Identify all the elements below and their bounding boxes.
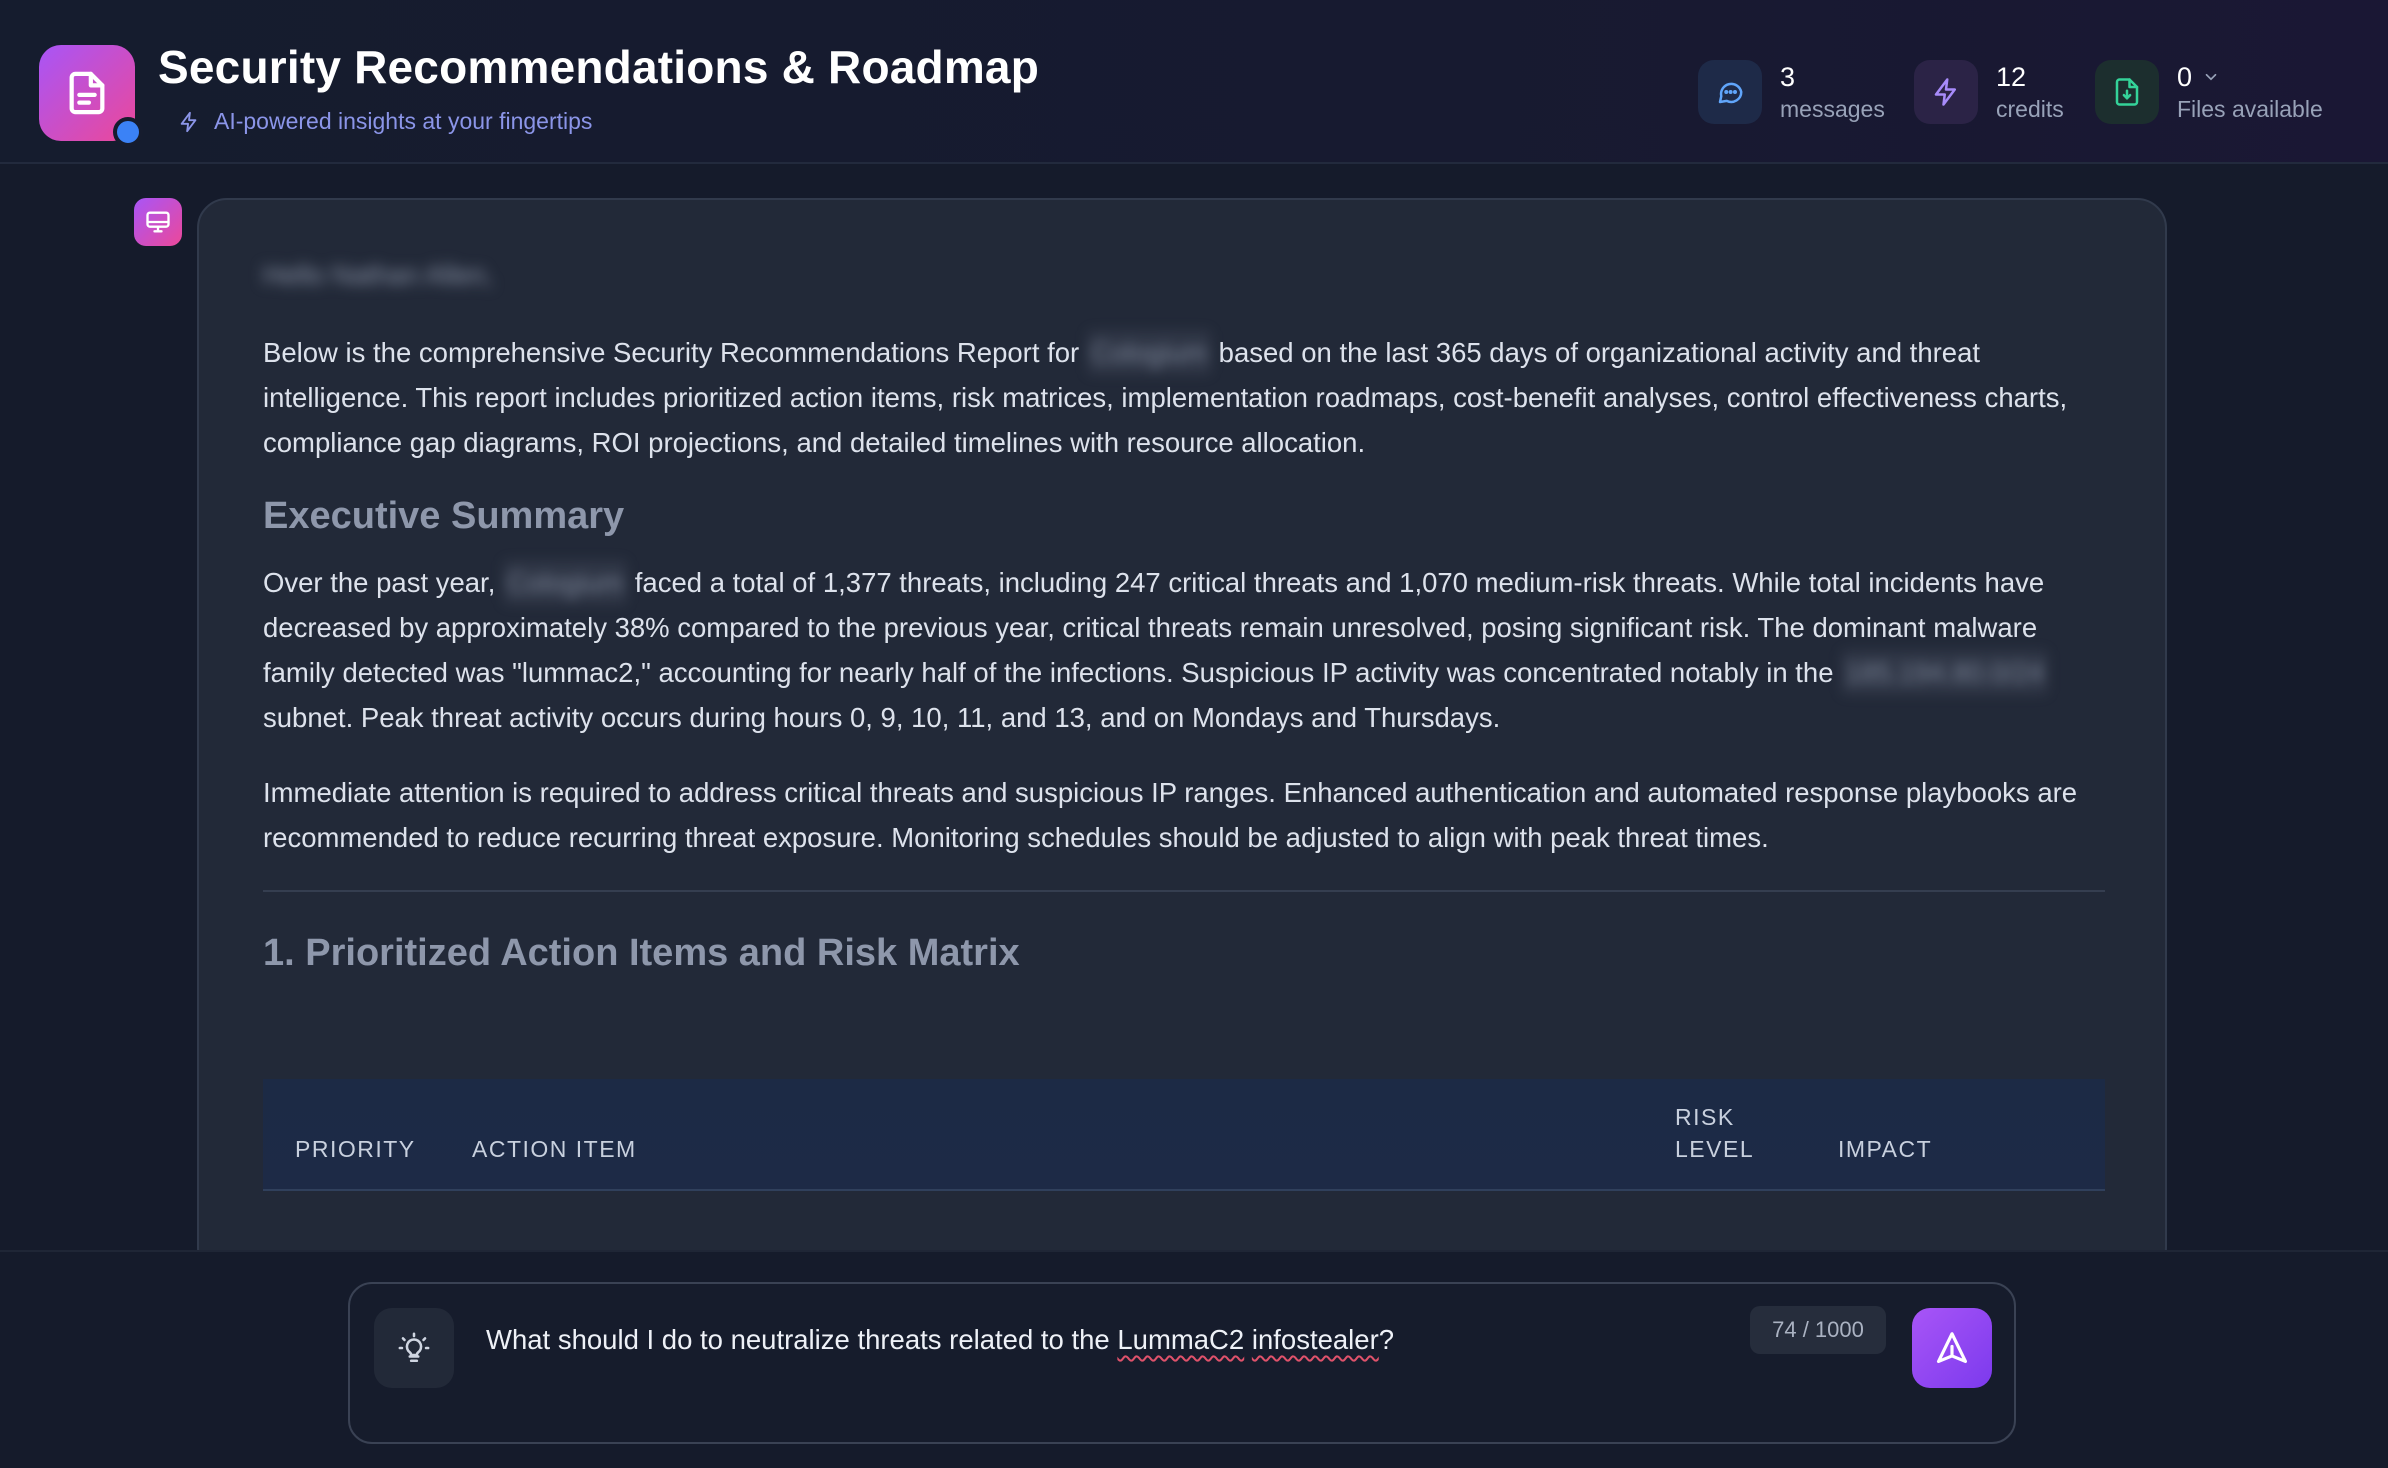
app-logo: [39, 45, 143, 147]
credits-count: 12: [1996, 62, 2027, 92]
section-divider: [263, 890, 2105, 892]
chat-input-box[interactable]: What should I do to neutralize threats r…: [348, 1282, 2016, 1444]
risk-level-line-2: LEVEL: [1675, 1136, 1755, 1162]
files-count: 0: [2177, 62, 2193, 92]
page-title: Security Recommendations & Roadmap: [158, 41, 1040, 93]
credits-label: credits: [1996, 96, 2064, 122]
column-header-action-item[interactable]: ACTION ITEM: [472, 1133, 637, 1165]
exec-text-a: Over the past year,: [263, 567, 503, 598]
column-header-priority[interactable]: PRIORITY: [295, 1133, 416, 1165]
redacted-org-name: Cologium: [1086, 330, 1212, 375]
messages-count: 3: [1780, 62, 1796, 92]
files-label: Files available: [2177, 96, 2323, 122]
greeting: Hello Nathan Allen,: [263, 260, 493, 290]
redacted-org-name: Cologium: [502, 560, 628, 605]
page-subtitle: AI-powered insights at your fingertips: [178, 108, 592, 135]
send-button[interactable]: [1912, 1308, 1992, 1388]
input-space: [1244, 1324, 1252, 1355]
chat-bubble-icon: [1698, 60, 1762, 124]
column-header-risk-level[interactable]: RISK LEVEL: [1675, 1101, 1754, 1165]
credits-stat: 12 credits: [1914, 60, 2064, 124]
character-counter: 74 / 1000: [1750, 1306, 1886, 1354]
send-icon: [1936, 1332, 1968, 1364]
files-stat[interactable]: 0 Files available: [2095, 60, 2323, 124]
chevron-down-icon[interactable]: [2202, 68, 2220, 86]
assistant-avatar: [134, 198, 182, 246]
input-text-end: ?: [1378, 1324, 1395, 1355]
redacted-subnet: 185.194.80.0/24: [1841, 650, 2048, 695]
monitor-icon: [146, 211, 170, 233]
subtitle-text: AI-powered insights at your fingertips: [214, 108, 593, 134]
risk-level-line-1: RISK: [1675, 1104, 1735, 1130]
lightning-icon: [1914, 60, 1978, 124]
exec-text-c: subnet. Peak threat activity occurs duri…: [263, 702, 1501, 733]
executive-summary-paragraph: Over the past year, Cologium faced a tot…: [263, 560, 2105, 740]
document-icon: [69, 71, 105, 115]
files-count-row[interactable]: 0: [2177, 60, 2323, 94]
app-header: Security Recommendations & Roadmap AI-po…: [0, 0, 2388, 164]
assistant-message: Hello Nathan Allen, Below is the compreh…: [197, 198, 2167, 1278]
executive-summary-heading: Executive Summary: [263, 495, 625, 537]
misspelled-word: LummaC2: [1117, 1324, 1245, 1355]
intro-text-start: Below is the comprehensive Security Reco…: [263, 337, 1087, 368]
misspelled-word: infostealer: [1251, 1324, 1379, 1355]
file-download-icon: [2095, 60, 2159, 124]
messages-stat: 3 messages: [1698, 60, 1885, 124]
intro-paragraph: Below is the comprehensive Security Reco…: [263, 330, 2105, 465]
column-header-impact[interactable]: IMPACT: [1838, 1133, 1932, 1165]
recommendation-paragraph: Immediate attention is required to addre…: [263, 777, 2078, 853]
risk-matrix-table-header: PRIORITY ACTION ITEM RISK LEVEL IMPACT: [263, 1079, 2105, 1191]
lightning-icon: [180, 111, 197, 132]
composer-area: What should I do to neutralize threats r…: [0, 1250, 2388, 1468]
section-1-heading: 1. Prioritized Action Items and Risk Mat…: [263, 932, 1020, 974]
lightbulb-icon: [398, 1332, 430, 1363]
online-status-dot: [113, 117, 143, 147]
messages-label: messages: [1780, 96, 1885, 122]
chat-input-field[interactable]: What should I do to neutralize threats r…: [486, 1324, 1394, 1356]
suggestions-button[interactable]: [374, 1308, 454, 1388]
input-text-start: What should I do to neutralize threats r…: [486, 1324, 1118, 1355]
